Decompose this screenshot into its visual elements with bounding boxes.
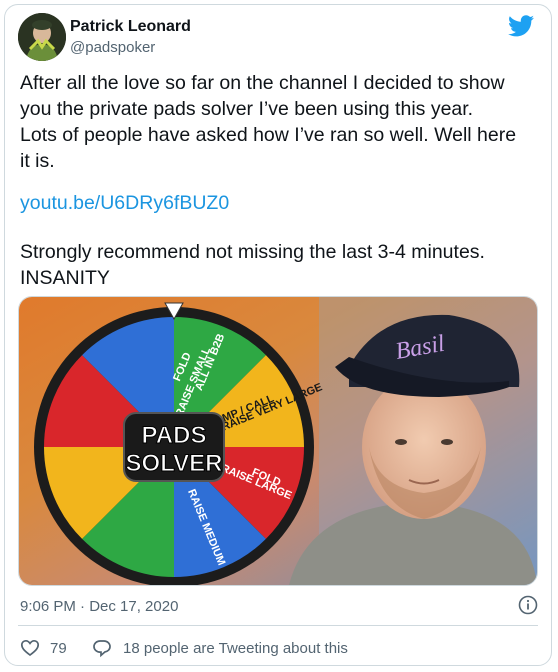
pads-solver-badge: PADS SOLVER [123,412,225,482]
tweet-text: After all the love so far on the channel… [20,72,517,172]
media-thumbnail[interactable]: ALL IN B2B RAISE VERY LARGE RAISE LARGE … [18,296,538,586]
twitter-bird-icon[interactable] [508,15,534,37]
like-count[interactable]: 79 [50,640,67,657]
heart-icon[interactable] [20,638,40,658]
avatar[interactable] [18,13,66,61]
tweet-text-secondary: Strongly recommend not missing the last … [20,241,485,289]
footer-divider [18,625,538,626]
media-image: ALL IN B2B RAISE VERY LARGE RAISE LARGE … [19,297,537,585]
author-handle[interactable]: @padspoker [70,39,155,56]
badge-line-1: PADS [142,422,207,449]
tweet-link[interactable]: youtu.be/U6DRy6fBUZ0 [20,192,229,215]
tweet-timestamp[interactable]: 9:06 PM · Dec 17, 2020 [20,598,178,615]
author-name[interactable]: Patrick Leonard [70,18,191,36]
avatar-image [18,13,66,61]
badge-line-2: SOLVER [126,450,223,477]
tweeting-about-text[interactable]: 18 people are Tweeting about this [123,640,348,657]
info-icon[interactable] [518,595,538,615]
reply-bubble-icon[interactable] [92,638,112,658]
